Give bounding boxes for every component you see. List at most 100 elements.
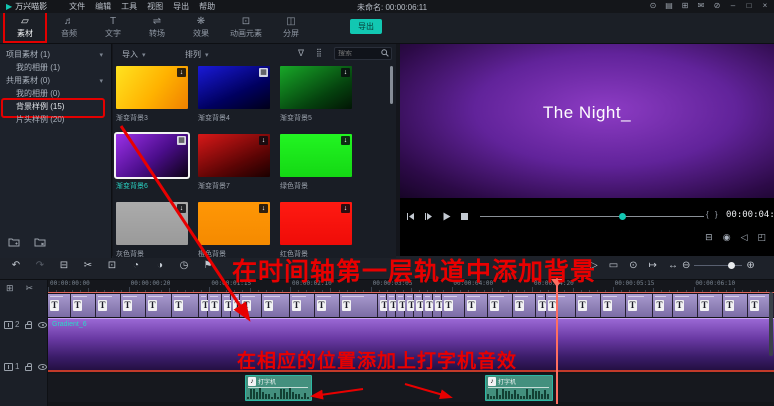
filter-icon[interactable]: ∇ bbox=[298, 48, 304, 59]
next-frame-button[interactable] bbox=[420, 211, 436, 221]
media-thumb-橙色背景[interactable]: ↓ bbox=[198, 202, 270, 245]
text-clip-8[interactable]: T bbox=[222, 294, 233, 317]
media-thumb-渐变背景4[interactable]: ▦ bbox=[198, 66, 270, 109]
text-clip-3[interactable]: T bbox=[121, 294, 146, 317]
split-icon[interactable]: ✂ bbox=[82, 260, 94, 271]
delete-icon[interactable]: ⊟ bbox=[58, 260, 70, 271]
tab-音频[interactable]: ♬ 音频 bbox=[54, 17, 84, 39]
media-thumb-渐变背景5[interactable]: ↓ bbox=[280, 66, 352, 109]
store-icon[interactable]: ⊞ bbox=[680, 1, 690, 10]
eye-icon[interactable] bbox=[38, 321, 48, 328]
zoom-in-icon[interactable]: ⊕ bbox=[746, 260, 754, 271]
zoom-slider-knob[interactable] bbox=[728, 262, 736, 269]
text-clip-14[interactable]: T bbox=[340, 294, 378, 317]
menu-item-3[interactable]: 视图 bbox=[147, 1, 163, 12]
text-clip-34[interactable]: T bbox=[723, 294, 748, 317]
seek-bar[interactable] bbox=[480, 211, 704, 221]
stop-button[interactable] bbox=[456, 211, 472, 221]
seek-track[interactable] bbox=[480, 216, 704, 217]
display-setting-icon[interactable]: ⊟ bbox=[705, 232, 713, 243]
delete-folder-icon[interactable] bbox=[34, 234, 46, 252]
fit-timeline-icon[interactable]: ↔ bbox=[668, 260, 678, 271]
snapshot-icon[interactable]: ◉ bbox=[723, 232, 731, 243]
import-dropdown[interactable]: 导入 ▾ bbox=[122, 49, 146, 60]
record-screen-icon[interactable]: ▭ bbox=[609, 260, 618, 271]
prev-frame-button[interactable] bbox=[402, 211, 418, 221]
grid-view-icon[interactable]: ⣿ bbox=[316, 48, 322, 57]
media-thumb-红色背景[interactable]: ↓ bbox=[280, 202, 352, 245]
playhead-line[interactable] bbox=[556, 278, 558, 404]
text-clip-1[interactable]: T bbox=[71, 294, 96, 317]
media-thumb-灰色背景[interactable]: ↓ bbox=[116, 202, 188, 245]
color-icon[interactable]: ◑ bbox=[154, 260, 166, 271]
download-badge-icon[interactable]: ↓ bbox=[177, 204, 186, 213]
menu-item-1[interactable]: 编辑 bbox=[95, 1, 111, 12]
text-clip-26[interactable]: T bbox=[536, 294, 547, 317]
text-clip-25[interactable]: T bbox=[513, 294, 536, 317]
tab-转场[interactable]: ⇌ 转场 bbox=[142, 17, 172, 39]
text-clip-33[interactable]: T bbox=[698, 294, 723, 317]
minimize-button[interactable]: – bbox=[728, 1, 738, 10]
text-clip-2[interactable]: T bbox=[96, 294, 121, 317]
maximize-button[interactable]: □ bbox=[744, 1, 754, 10]
image-badge-icon[interactable]: ▦ bbox=[259, 68, 268, 77]
sort-dropdown[interactable]: 排列 ▾ bbox=[185, 49, 209, 60]
tab-素材[interactable]: ▱ 素材 bbox=[3, 11, 47, 43]
text-clip-30[interactable]: T bbox=[626, 294, 653, 317]
text-clip-6[interactable]: T bbox=[199, 294, 210, 317]
duration-icon[interactable]: ◷ bbox=[178, 260, 190, 271]
sidebar-item-0[interactable]: 项目素材 (1) ▾ bbox=[0, 48, 111, 61]
manage-tracks-icon[interactable]: ⊞ bbox=[6, 283, 14, 294]
text-clip-24[interactable]: T bbox=[488, 294, 513, 317]
download-badge-icon[interactable]: ↓ bbox=[341, 68, 350, 77]
text-clip-32[interactable]: T bbox=[673, 294, 698, 317]
crop-icon[interactable]: ⊡ bbox=[106, 260, 118, 271]
add-to-track-icon[interactable]: ↦ bbox=[649, 260, 657, 271]
tab-效果[interactable]: ❋ 效果 bbox=[186, 17, 216, 39]
text-clip-20[interactable]: T bbox=[423, 294, 434, 317]
download-badge-icon[interactable]: ↓ bbox=[341, 204, 350, 213]
image-badge-icon[interactable]: ▦ bbox=[177, 136, 186, 145]
media-scrollbar[interactable] bbox=[390, 66, 393, 104]
search-icon[interactable] bbox=[381, 48, 389, 59]
text-clip-15[interactable]: T bbox=[378, 294, 389, 317]
play-button[interactable] bbox=[438, 211, 454, 221]
menu-item-0[interactable]: 文件 bbox=[69, 1, 85, 12]
download-badge-icon[interactable]: ↓ bbox=[177, 68, 186, 77]
text-clip-16[interactable]: T bbox=[387, 294, 398, 317]
close-button[interactable]: × bbox=[760, 1, 770, 10]
render-range-icon[interactable]: { } bbox=[706, 210, 720, 219]
voiceover-icon[interactable]: ⊙ bbox=[629, 260, 637, 271]
marker-icon[interactable]: ⚑ bbox=[202, 260, 214, 271]
text-clip-19[interactable]: T bbox=[414, 294, 425, 317]
tab-分屏[interactable]: ◫ 分屏 bbox=[276, 17, 306, 39]
eye-icon[interactable] bbox=[38, 363, 48, 370]
new-folder-icon[interactable] bbox=[8, 234, 20, 252]
text-clip-22[interactable]: T bbox=[442, 294, 465, 317]
undo-icon[interactable]: ↶ bbox=[10, 260, 22, 271]
text-clip-11[interactable]: T bbox=[262, 294, 290, 317]
text-clip-5[interactable]: T bbox=[172, 294, 199, 317]
mute-icon[interactable]: ◁ bbox=[741, 232, 748, 243]
text-clip-4[interactable]: T bbox=[146, 294, 172, 317]
search-input[interactable] bbox=[335, 50, 381, 57]
sidebar-item-1[interactable]: 我的相册 (1) bbox=[0, 61, 111, 74]
zoom-slider[interactable] bbox=[694, 262, 743, 269]
audio-clip-1[interactable]: ♪ 打字机 bbox=[485, 375, 553, 401]
speed-icon[interactable]: ◔ bbox=[130, 260, 142, 271]
text-clip-28[interactable]: T bbox=[576, 294, 601, 317]
text-clip-12[interactable]: T bbox=[290, 294, 315, 317]
seek-knob[interactable] bbox=[619, 213, 626, 220]
menu-item-5[interactable]: 帮助 bbox=[199, 1, 215, 12]
fullscreen-icon[interactable]: ◰ bbox=[757, 232, 766, 243]
menu-item-4[interactable]: 导出 bbox=[173, 1, 189, 12]
text-clip-18[interactable]: T bbox=[405, 294, 416, 317]
media-thumb-渐变背景6[interactable]: ▦ bbox=[114, 132, 190, 179]
mail-icon[interactable]: ✉ bbox=[696, 1, 706, 10]
text-clip-31[interactable]: T bbox=[653, 294, 673, 317]
media-thumb-绿色背景[interactable]: ↓ bbox=[280, 134, 352, 177]
text-clip-7[interactable]: T bbox=[208, 294, 222, 317]
text-clip-17[interactable]: T bbox=[396, 294, 407, 317]
lock-icon[interactable] bbox=[25, 320, 33, 329]
tab-动画元素[interactable]: ⊡ 动画元素 bbox=[230, 17, 262, 39]
